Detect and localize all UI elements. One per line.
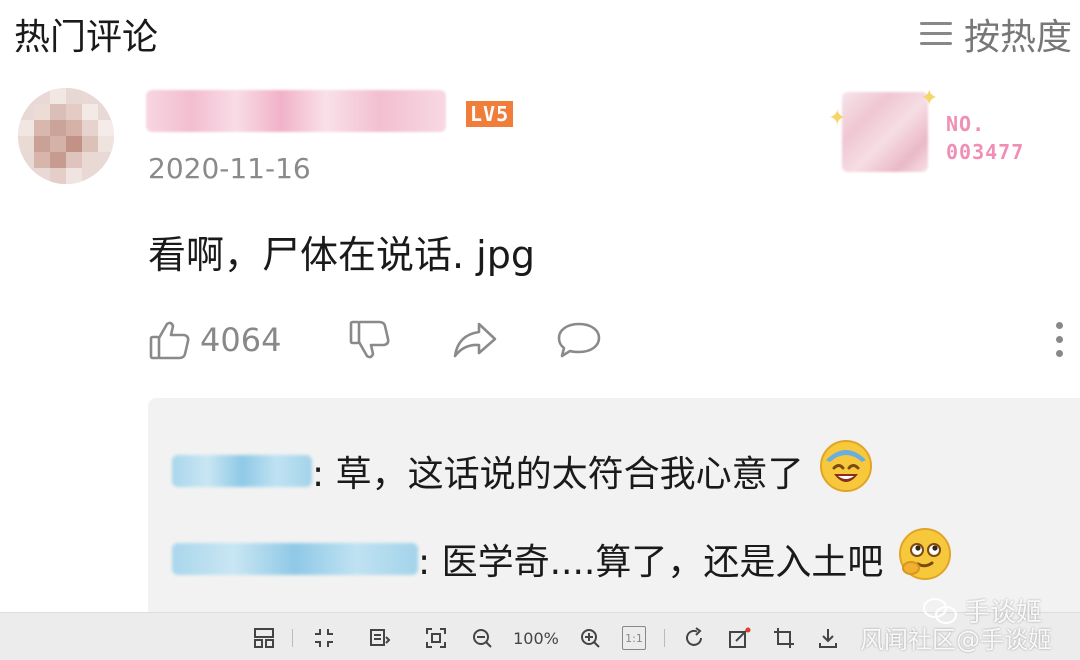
actual-size-button[interactable]: 1:1 <box>622 626 646 650</box>
fan-number-label: NO. <box>946 112 986 136</box>
hamburger-icon <box>919 21 952 47</box>
thumbs-down-icon <box>349 320 390 359</box>
like-button[interactable]: 4064 <box>148 316 281 364</box>
reply-button[interactable] <box>556 316 602 364</box>
fan-badge-image <box>842 92 928 172</box>
watermark-community: 风闻社区@手谈姬 <box>860 626 1052 654</box>
edit-icon[interactable] <box>728 626 752 650</box>
fit-screen-icon[interactable] <box>424 626 448 650</box>
laughing-emoji-icon <box>818 438 874 503</box>
zoom-out-icon[interactable] <box>470 626 494 650</box>
sort-label: 按热度 <box>963 17 1072 58</box>
comment-date: 2020-11-16 <box>148 152 311 185</box>
share-icon <box>453 322 497 358</box>
reply-text: : 医学奇....算了，还是入土吧 <box>418 541 884 583</box>
reply-username[interactable] <box>172 542 418 575</box>
username[interactable] <box>146 90 446 132</box>
reply-username[interactable] <box>172 454 312 487</box>
download-icon[interactable] <box>816 626 840 650</box>
thumbs-up-icon <box>149 321 190 360</box>
fullscreen-exit-icon[interactable] <box>312 626 336 650</box>
reply-item[interactable]: : 草，这话说的太符合我心意了 <box>172 438 874 503</box>
thumbnail-grid-icon[interactable] <box>252 626 276 650</box>
share-button[interactable] <box>452 316 498 364</box>
reply-item[interactable]: : 医学奇....算了，还是入土吧 <box>172 526 953 591</box>
comment-bubble-icon <box>557 322 601 358</box>
dislike-button[interactable] <box>348 316 392 364</box>
section-title: 热门评论 <box>14 17 159 58</box>
fan-number: NO. 003477 <box>946 110 1024 166</box>
rotate-icon[interactable] <box>682 626 706 650</box>
sort-button[interactable]: 按热度 <box>919 8 1072 60</box>
zoom-level: 100% <box>513 628 559 648</box>
level-badge: LV5 <box>466 101 514 127</box>
crop-icon[interactable] <box>772 626 796 650</box>
avatar[interactable] <box>18 88 114 184</box>
reply-text: : 草，这话说的太符合我心意了 <box>312 453 804 495</box>
smirk-emoji-icon <box>897 526 953 591</box>
fan-number-value: 003477 <box>946 140 1025 164</box>
ocr-text-icon[interactable] <box>368 626 392 650</box>
more-options-icon[interactable] <box>1052 320 1066 360</box>
zoom-in-icon[interactable] <box>578 626 602 650</box>
fan-badge: ✦ ✦ <box>828 86 938 176</box>
comment-text: 看啊，尸体在说话. jpg <box>148 233 535 277</box>
sparkle-icon: ✦ <box>828 106 847 131</box>
sparkle-icon: ✦ <box>920 86 939 111</box>
like-count: 4064 <box>200 321 282 359</box>
